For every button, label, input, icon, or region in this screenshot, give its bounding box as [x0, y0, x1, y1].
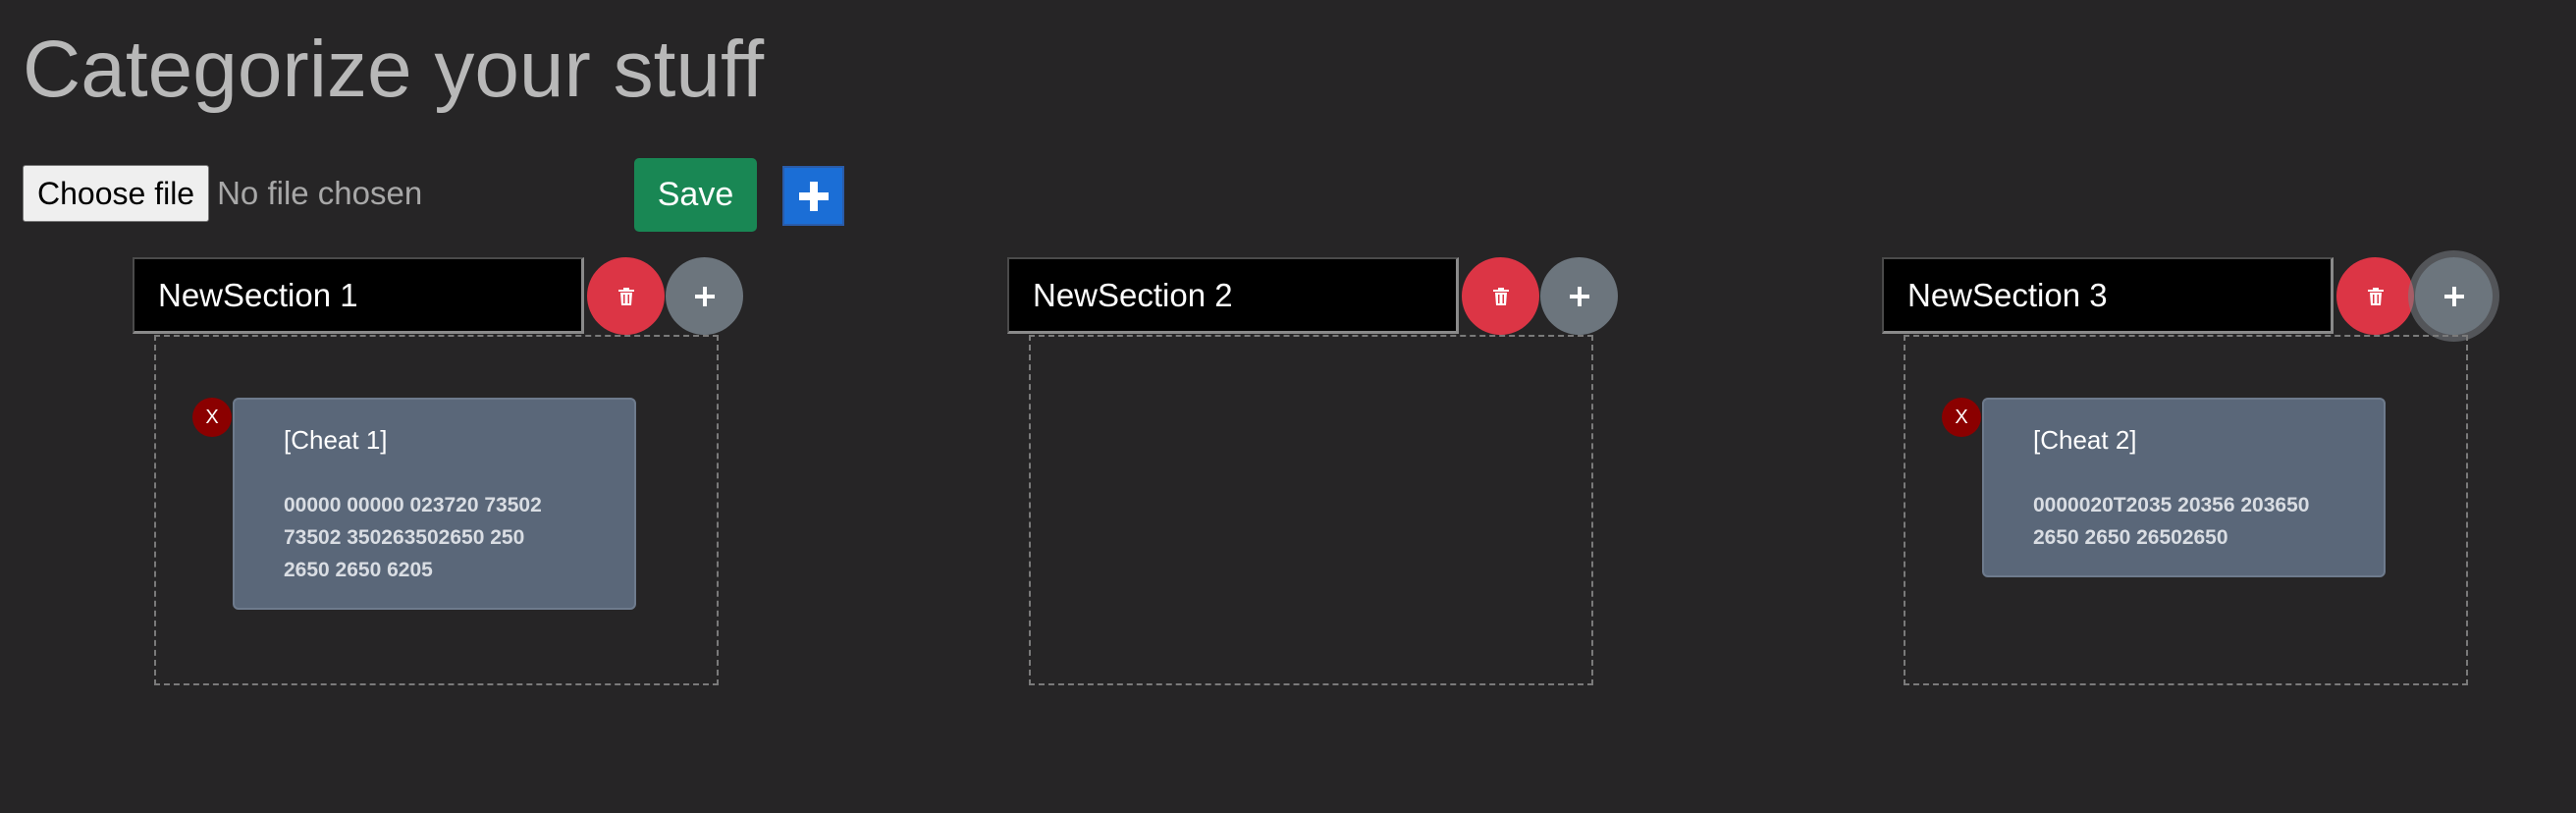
- plus-icon: [798, 181, 829, 211]
- delete-section-button[interactable]: [1462, 257, 1539, 335]
- file-input[interactable]: Choose file No file chosen: [23, 164, 422, 223]
- cheat-title: [Cheat 1]: [284, 425, 388, 455]
- cheat-code: 0000020T2035 20356 203650 2650 2650 2650…: [2033, 494, 2310, 549]
- section-drop-zone[interactable]: X [Cheat 2] 0000020T2035 20356 203650 26…: [1904, 335, 2468, 685]
- delete-section-button[interactable]: [587, 257, 665, 335]
- cheat-title: [Cheat 2]: [2033, 425, 2137, 455]
- trash-icon: [2367, 287, 2384, 305]
- section-name-input[interactable]: NewSection 2: [1007, 257, 1459, 334]
- page-title: Categorize your stuff: [23, 25, 765, 114]
- plus-icon: [1569, 286, 1589, 306]
- file-status: No file chosen: [217, 175, 423, 211]
- cheat-card[interactable]: [Cheat 1] 00000 00000 023720 73502 73502…: [233, 398, 636, 610]
- delete-section-button[interactable]: [2336, 257, 2414, 335]
- plus-icon: [2443, 286, 2464, 306]
- plus-icon: [694, 286, 715, 306]
- save-button[interactable]: Save: [634, 158, 757, 232]
- add-cheat-button[interactable]: [2415, 257, 2493, 335]
- cheat-card[interactable]: [Cheat 2] 0000020T2035 20356 203650 2650…: [1982, 398, 2386, 577]
- trash-icon: [1492, 287, 1509, 305]
- section-name-input[interactable]: NewSection 1: [133, 257, 584, 334]
- add-cheat-button[interactable]: [666, 257, 743, 335]
- section-drop-zone[interactable]: [1029, 335, 1593, 685]
- add-section-button[interactable]: [782, 166, 844, 226]
- cheat-code: 00000 00000 023720 73502 73502 350263502…: [284, 494, 542, 581]
- section-name-input[interactable]: NewSection 3: [1882, 257, 2334, 334]
- trash-icon: [617, 287, 634, 305]
- remove-cheat-button[interactable]: X: [192, 398, 232, 437]
- choose-file-button[interactable]: Choose file: [23, 165, 210, 222]
- section-drop-zone[interactable]: X [Cheat 1] 00000 00000 023720 73502 735…: [154, 335, 719, 685]
- add-cheat-button[interactable]: [1540, 257, 1618, 335]
- remove-cheat-button[interactable]: X: [1942, 398, 1981, 437]
